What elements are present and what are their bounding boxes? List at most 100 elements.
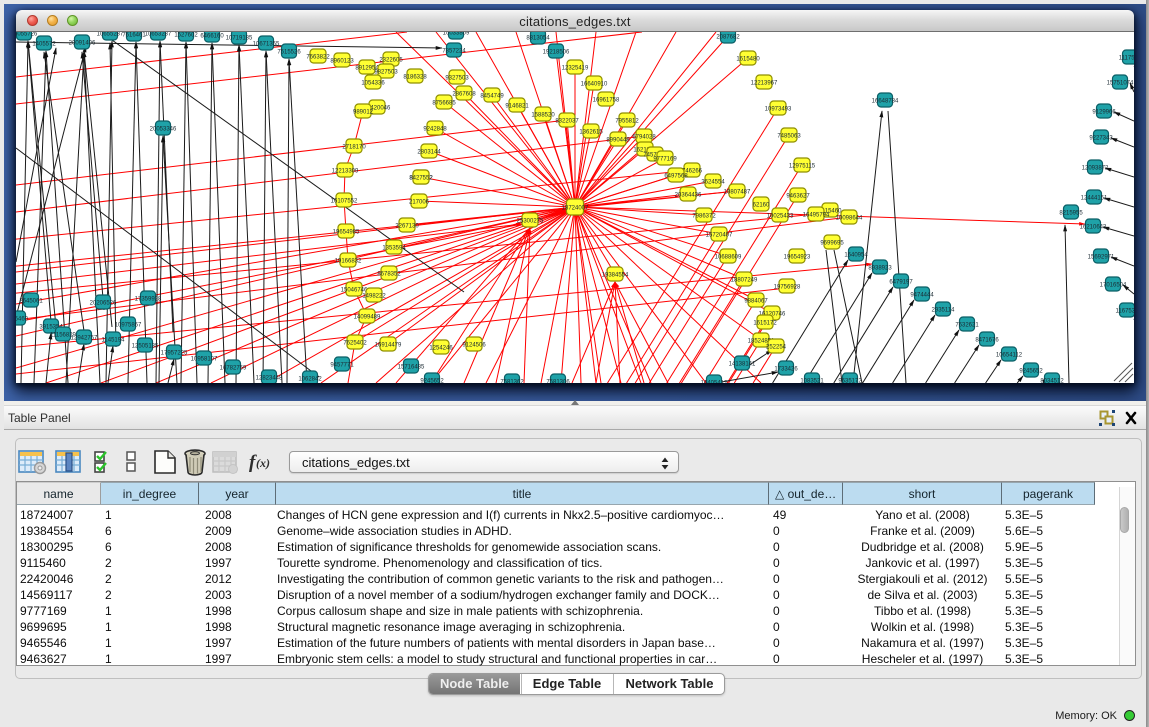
svg-text:2087682: 2087682	[716, 35, 740, 41]
svg-text:25300275: 25300275	[517, 219, 544, 225]
svg-text:1615480: 1615480	[736, 57, 760, 63]
svg-text:14099489: 14099489	[354, 315, 381, 321]
svg-text:8322037: 8322037	[555, 119, 579, 125]
svg-text:19654923: 19654923	[784, 255, 811, 261]
svg-text:16055726: 16055726	[16, 32, 38, 38]
svg-text:12505135: 12505135	[132, 344, 159, 350]
svg-text:12975115: 12975115	[789, 164, 816, 170]
svg-text:9474444: 9474444	[910, 293, 934, 299]
svg-text:2322605: 2322605	[379, 58, 403, 64]
svg-text:62160: 62160	[753, 203, 770, 209]
svg-text:2803144: 2803144	[417, 150, 441, 156]
svg-text:20206526: 20206526	[90, 301, 117, 307]
svg-text:6479197: 6479197	[889, 280, 913, 286]
svg-text:8813054: 8813054	[526, 36, 550, 42]
svg-text:19166832: 19166832	[335, 259, 362, 265]
svg-text:8471676: 8471676	[975, 338, 999, 344]
svg-text:12093872: 12093872	[1082, 166, 1109, 172]
svg-text:8678352: 8678352	[377, 272, 401, 278]
svg-text:10025433: 10025433	[767, 214, 794, 220]
svg-text:16914479: 16914479	[375, 343, 402, 349]
svg-text:11156829: 11156829	[50, 333, 76, 339]
svg-text:1362615: 1362615	[579, 130, 603, 136]
svg-text:19384554: 19384554	[602, 273, 629, 279]
svg-text:10033809: 10033809	[443, 32, 470, 37]
svg-text:7581362: 7581362	[500, 380, 524, 384]
svg-text:9129966: 9129966	[1092, 110, 1116, 116]
svg-text:1054336: 1054336	[361, 81, 385, 87]
svg-text:1083521: 1083521	[800, 379, 824, 384]
svg-text:10719185: 10719185	[226, 36, 253, 42]
svg-text:1254246: 1254246	[429, 346, 453, 352]
svg-text:16405412: 16405412	[701, 381, 728, 384]
svg-text:10655287: 10655287	[97, 32, 124, 38]
svg-text:20091406: 20091406	[69, 41, 96, 47]
svg-text:3267130: 3267130	[395, 224, 419, 230]
svg-text:9327503: 9327503	[445, 76, 469, 82]
svg-text:7616461: 7616461	[122, 33, 146, 39]
svg-text:10688609: 10688609	[715, 255, 742, 261]
svg-text:16961758: 16961758	[593, 98, 620, 104]
svg-text:8186328: 8186328	[403, 75, 427, 81]
svg-text:16210643: 16210643	[1080, 225, 1107, 231]
svg-text:10098644: 10098644	[836, 216, 863, 222]
svg-text:16640910: 16640910	[581, 82, 608, 88]
svg-text:3624554: 3624554	[701, 180, 725, 186]
svg-text:14138141: 14138141	[729, 362, 756, 368]
svg-text:1498222: 1498222	[362, 294, 386, 300]
svg-text:9245652: 9245652	[420, 379, 444, 384]
svg-text:9227343: 9227343	[1089, 136, 1113, 142]
svg-text:1405572: 1405572	[32, 42, 56, 48]
svg-text:6466160: 6466160	[200, 34, 224, 40]
svg-text:18724007: 18724007	[562, 206, 589, 212]
svg-text:2718170: 2718170	[342, 145, 366, 151]
svg-text:19218506: 19218506	[543, 50, 570, 56]
svg-text:10807487: 10807487	[724, 190, 751, 196]
svg-text:6794028: 6794028	[632, 135, 656, 141]
svg-text:10654112: 10654112	[996, 353, 1023, 359]
svg-text:6497568: 6497568	[664, 174, 688, 180]
svg-text:9884067: 9884067	[744, 299, 768, 305]
svg-text:9635172: 9635172	[838, 379, 862, 384]
svg-text:1640954: 1640954	[844, 253, 868, 259]
svg-text:12213967: 12213967	[751, 81, 778, 87]
svg-text:8454749: 8454749	[480, 94, 504, 100]
svg-text:17359928: 17359928	[135, 297, 162, 303]
svg-text:9699695: 9699695	[820, 241, 844, 247]
svg-text:7625402: 7625402	[343, 341, 367, 347]
svg-text:2935114: 2935114	[932, 308, 956, 314]
svg-text:16495794: 16495794	[803, 213, 830, 219]
svg-text:7515526: 7515526	[277, 50, 301, 56]
svg-text:7632621: 7632621	[955, 323, 979, 329]
svg-text:15751074: 15751074	[1107, 81, 1134, 87]
svg-text:7857224: 7857224	[442, 49, 466, 55]
svg-text:989012: 989012	[353, 110, 374, 116]
svg-text:1117534: 1117534	[1119, 56, 1134, 62]
svg-text:20053346: 20053346	[150, 127, 177, 133]
svg-text:8215955: 8215955	[1059, 211, 1083, 217]
svg-text:7581306: 7581306	[546, 380, 570, 384]
svg-text:10975867: 10975867	[115, 323, 142, 329]
svg-text:2645061: 2645061	[19, 299, 43, 305]
svg-text:16782759: 16782759	[220, 366, 247, 372]
svg-text:8034512: 8034512	[1040, 379, 1064, 384]
svg-text:8756685: 8756685	[432, 101, 456, 107]
svg-text:217006: 217006	[409, 200, 430, 206]
svg-text:7955812: 7955812	[615, 119, 639, 125]
svg-text:9242848: 9242848	[423, 127, 447, 133]
svg-text:9146821: 9146821	[505, 104, 529, 110]
svg-text:8938923: 8938923	[868, 266, 892, 272]
svg-text:2867608: 2867608	[452, 92, 476, 98]
svg-text:10973493: 10973493	[765, 107, 792, 113]
svg-text:915460: 915460	[16, 317, 29, 323]
svg-text:1588520: 1588520	[531, 113, 555, 119]
svg-text:12823448: 12823448	[256, 376, 283, 382]
svg-text:12213309: 12213309	[332, 169, 359, 175]
svg-text:20364436: 20364436	[675, 193, 702, 199]
svg-text:1527602: 1527602	[174, 33, 198, 39]
svg-text:16648784: 16648784	[872, 99, 899, 105]
svg-text:(x): (x)	[256, 456, 270, 470]
svg-text:7986372: 7986372	[692, 214, 716, 220]
svg-text:17016504: 17016504	[1100, 283, 1127, 289]
svg-text:18807249: 18807249	[731, 278, 758, 284]
